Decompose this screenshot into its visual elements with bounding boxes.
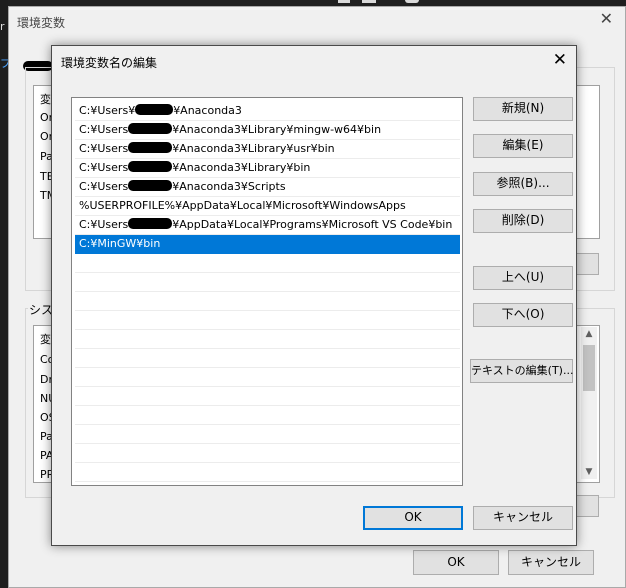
empty-list-row bbox=[75, 444, 460, 463]
empty-list-row bbox=[75, 425, 460, 444]
empty-list-row bbox=[75, 387, 460, 406]
list-header: 変 bbox=[40, 93, 51, 106]
path-prefix: C:¥Users bbox=[79, 123, 129, 136]
redaction-mark bbox=[128, 161, 173, 172]
path-suffix: ¥Anaconda3 bbox=[173, 104, 242, 117]
scrollbar-thumb[interactable] bbox=[583, 345, 595, 391]
path-prefix: C:¥Users bbox=[79, 161, 129, 174]
empty-list-row bbox=[75, 292, 460, 311]
dialog-title: 環境変数名の編集 bbox=[61, 56, 158, 70]
empty-list-row bbox=[75, 406, 460, 425]
path-suffix: ¥Anaconda3¥Library¥mingw-w64¥bin bbox=[172, 123, 382, 136]
delete-button[interactable]: 削除(D) bbox=[473, 209, 573, 233]
outer-ok-button[interactable]: OK bbox=[413, 550, 499, 575]
path-suffix: ¥AppData¥Local¥Programs¥Microsoft VS Cod… bbox=[172, 218, 453, 231]
redaction-mark bbox=[135, 104, 174, 115]
taskbar-glyph bbox=[405, 0, 419, 3]
path-list-item[interactable]: C:¥Users¥ ¥Anaconda3 bbox=[75, 102, 460, 121]
empty-list-row bbox=[75, 368, 460, 387]
ok-button[interactable]: OK bbox=[363, 506, 463, 530]
path-list-item[interactable]: C:¥Users ¥Anaconda3¥Library¥mingw-w64¥bin bbox=[75, 121, 460, 140]
chevron-up-icon[interactable]: ▲ bbox=[581, 329, 597, 339]
edit-env-var-dialog: 環境変数名の編集 ✕ C:¥Users¥ ¥Anaconda3 C:¥Users ¥… bbox=[51, 45, 577, 546]
path-prefix: C:¥Users¥ bbox=[79, 104, 136, 117]
path-list-item[interactable]: C:¥Users ¥Anaconda3¥Library¥usr¥bin bbox=[75, 140, 460, 159]
outer-cancel-button[interactable]: キャンセル bbox=[508, 550, 594, 575]
path-list-item[interactable]: C:¥Users ¥Anaconda3¥Library¥bin bbox=[75, 159, 460, 178]
background-button[interactable] bbox=[575, 495, 599, 517]
empty-list-row bbox=[75, 273, 460, 292]
redaction-mark bbox=[128, 180, 173, 191]
redaction-mark bbox=[128, 123, 173, 134]
empty-list-row bbox=[75, 311, 460, 330]
move-up-button[interactable]: 上へ(U) bbox=[473, 266, 573, 290]
empty-list-row bbox=[75, 349, 460, 368]
path-suffix: ¥Anaconda3¥Library¥usr¥bin bbox=[172, 142, 335, 155]
list-header: 変 bbox=[40, 333, 51, 346]
empty-list-row bbox=[75, 463, 460, 482]
path-prefix: C:¥Users bbox=[79, 142, 129, 155]
path-prefix: C:¥Users bbox=[79, 218, 129, 231]
cancel-button[interactable]: キャンセル bbox=[473, 506, 573, 530]
empty-list-row bbox=[75, 330, 460, 349]
new-button[interactable]: 新規(N) bbox=[473, 97, 573, 121]
path-list-item[interactable]: %USERPROFILE%¥AppData¥Local¥Microsoft¥Wi… bbox=[75, 197, 460, 216]
user-vars-list-right-edge bbox=[575, 85, 600, 239]
redaction-mark bbox=[128, 142, 173, 153]
empty-list-row bbox=[75, 254, 460, 273]
redaction-mark bbox=[128, 218, 173, 229]
path-suffix: ¥Anaconda3¥Library¥bin bbox=[172, 161, 311, 174]
path-suffix: ¥Anaconda3¥Scripts bbox=[172, 180, 286, 193]
path-list-item[interactable]: C:¥Users ¥Anaconda3¥Scripts bbox=[75, 178, 460, 197]
path-prefix: C:¥Users bbox=[79, 180, 129, 193]
path-list-item[interactable]: C:¥Users ¥AppData¥Local¥Programs¥Microsof… bbox=[75, 216, 460, 235]
browse-button[interactable]: 参照(B)... bbox=[473, 172, 573, 196]
background-window-edge: r プ bbox=[0, 0, 11, 588]
window-title: 環境変数 bbox=[17, 16, 66, 30]
background-button[interactable] bbox=[575, 253, 599, 275]
close-icon[interactable]: ✕ bbox=[553, 50, 567, 70]
chevron-down-icon[interactable]: ▼ bbox=[581, 467, 597, 477]
path-list-item-selected[interactable]: C:¥MinGW¥bin bbox=[75, 235, 460, 254]
background-text: r bbox=[0, 20, 5, 33]
taskbar-glyph bbox=[362, 0, 376, 3]
system-vars-scrollbar[interactable]: ▲ ▼ bbox=[581, 327, 597, 479]
edit-button[interactable]: 編集(E) bbox=[473, 134, 573, 158]
taskbar-glyph bbox=[338, 0, 350, 3]
move-down-button[interactable]: 下へ(O) bbox=[473, 303, 573, 327]
edit-text-button[interactable]: テキストの編集(T)... bbox=[470, 359, 573, 383]
path-prefix: %USERPROFILE%¥AppData¥Local¥Microsoft¥Wi… bbox=[79, 199, 406, 212]
path-list[interactable]: C:¥Users¥ ¥Anaconda3 C:¥Users ¥Anaconda3¥L… bbox=[71, 97, 463, 486]
close-icon[interactable]: ✕ bbox=[600, 10, 613, 28]
path-prefix: C:¥MinGW¥bin bbox=[79, 237, 161, 250]
